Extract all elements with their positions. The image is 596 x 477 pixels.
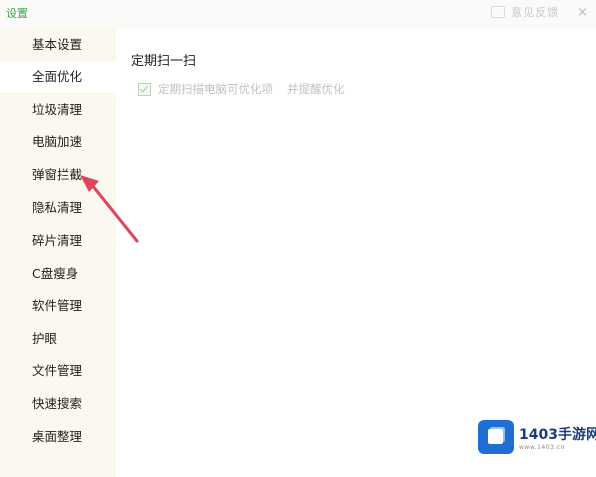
cube-icon <box>488 429 503 444</box>
watermark-url: www.1403.cn <box>519 444 565 451</box>
watermark: 1403手游网 www.1403.cn <box>478 418 596 458</box>
watermark-logo-icon <box>478 420 514 454</box>
annotation-arrow <box>80 175 139 243</box>
watermark-name: 1403手游网 <box>519 427 596 443</box>
arrow-shaft <box>90 183 139 243</box>
